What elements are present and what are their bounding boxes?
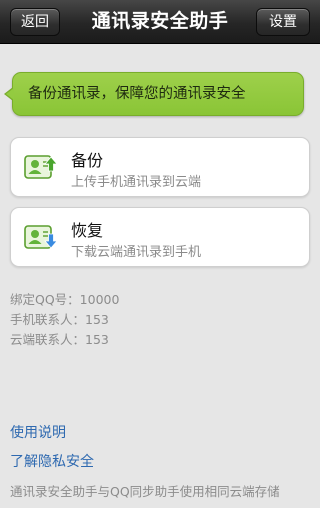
top-bar: 返回 通讯录安全助手 设置 bbox=[0, 0, 320, 44]
settings-button[interactable]: 设置 bbox=[256, 8, 310, 36]
back-button[interactable]: 返回 bbox=[10, 8, 60, 36]
usage-instructions-link[interactable]: 使用说明 bbox=[10, 422, 66, 442]
backup-title: 备份 bbox=[71, 151, 104, 170]
banner-text: 备份通讯录，保障您的通讯录安全 bbox=[28, 86, 246, 102]
restore-button[interactable]: 恢复 下载云端通讯录到手机 bbox=[10, 207, 310, 267]
backup-button[interactable]: 备份 上传手机通讯录到云端 bbox=[10, 137, 310, 197]
restore-subtitle: 下载云端通讯录到手机 bbox=[71, 245, 202, 260]
cloud-contacts-count: 云端联系人：153 bbox=[10, 332, 109, 347]
contact-download-icon bbox=[24, 225, 58, 249]
privacy-security-link[interactable]: 了解隐私安全 bbox=[10, 451, 94, 471]
bound-qq-number: 绑定QQ号：10000 bbox=[10, 292, 120, 307]
restore-title: 恢复 bbox=[71, 221, 104, 240]
backup-subtitle: 上传手机通讯录到云端 bbox=[71, 175, 202, 190]
contact-upload-icon bbox=[24, 155, 58, 179]
footer-note: 通讯录安全助手与QQ同步助手使用相同云端存储 bbox=[10, 484, 280, 499]
info-banner: 备份通讯录，保障您的通讯录安全 bbox=[4, 72, 304, 116]
phone-contacts-count: 手机联系人：153 bbox=[10, 312, 109, 327]
